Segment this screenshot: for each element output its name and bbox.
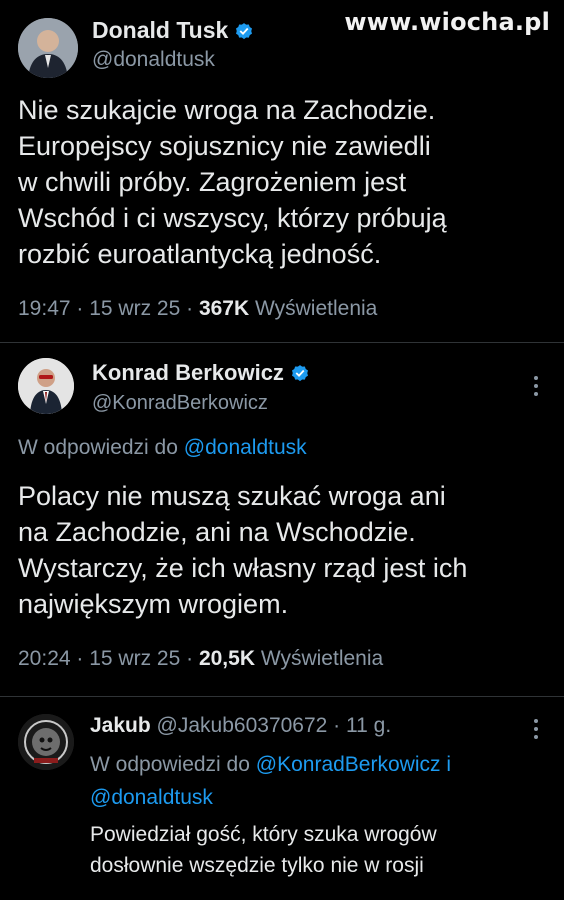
tweet-text: Powiedział gość, który szuka wrogów dosł… (90, 819, 437, 881)
avatar-konrad-berkowicz[interactable] (18, 358, 74, 414)
tweet-text-line: Wschód i ci wszyscy, którzy próbują (18, 203, 447, 233)
verified-badge-icon (290, 363, 310, 389)
tweet-text-line: Europejscy sojusznicy nie zawiedli (18, 131, 431, 161)
reply-prefix: W odpowiedzi do (90, 753, 250, 776)
tweet-text-line: Wystarczy, że ich własny rząd jest ich (18, 553, 468, 583)
author-name-text[interactable]: Donald Tusk (92, 17, 228, 43)
author-handle[interactable]: @donaldtusk (92, 48, 215, 72)
reply-context: W odpowiedzi do @donaldtusk (18, 436, 307, 460)
views-count: 367K (198, 297, 250, 320)
verified-badge-icon (234, 20, 254, 47)
tweet-age[interactable]: 11 g. (346, 714, 391, 737)
more-options-icon[interactable] (533, 719, 539, 743)
tweet-text-line: w chwili próby. Zagrożeniem jest (18, 167, 407, 197)
reply-to-link[interactable]: @donaldtusk (184, 436, 307, 459)
tweet-text: Polacy nie muszą szukać wroga ani na Zac… (18, 478, 546, 622)
tweet-meta: 19:47 · 15 wrz 25 · 367K Wyświetlenia (18, 297, 378, 320)
author-name[interactable]: Jakub (90, 714, 151, 737)
divider (0, 342, 564, 343)
divider (0, 696, 564, 697)
tweet-time[interactable]: 20:24 (18, 647, 71, 670)
watermark: www.wiocha.pl (344, 8, 550, 36)
reply-context: W odpowiedzi do @KonradBerkowicz i @dona… (90, 748, 546, 814)
reply-joiner: i (446, 753, 452, 776)
tweet-date[interactable]: 15 wrz 25 (89, 647, 180, 670)
author-name-text[interactable]: Konrad Berkowicz (92, 360, 284, 385)
tweet-text: Nie szukajcie wroga na Zachodzie. Europe… (18, 92, 546, 272)
tweet-text-line: największym wrogiem. (18, 589, 289, 619)
views-count: 20,5K (198, 647, 255, 670)
tweet-text-line: dosłownie wszędzie tylko nie w rosji (90, 854, 424, 877)
reply-to-link[interactable]: @KonradBerkowicz (256, 753, 441, 776)
views-label[interactable]: Wyświetlenia (255, 297, 377, 320)
reply-to-link[interactable]: @donaldtusk (90, 786, 213, 809)
author-name[interactable]: Donald Tusk (92, 17, 254, 47)
tweet-text-line: rozbić euroatlantycką jedność. (18, 239, 382, 269)
author-handle[interactable]: @Jakub60370672 (157, 714, 328, 737)
tweet-meta: 20:24 · 15 wrz 25 · 20,5K Wyświetlenia (18, 647, 384, 670)
views-label[interactable]: Wyświetlenia (261, 647, 383, 670)
author-name[interactable]: Konrad Berkowicz (92, 360, 310, 389)
tweet-text-line: Polacy nie muszą szukać wroga ani (18, 481, 446, 511)
reply-header: Jakub @Jakub60370672 · 11 g. (90, 714, 392, 737)
avatar-jakub[interactable] (18, 714, 74, 770)
more-options-icon[interactable] (533, 376, 539, 400)
tweet-date[interactable]: 15 wrz 25 (89, 297, 180, 320)
tweet-time[interactable]: 19:47 (18, 297, 71, 320)
tweet-text-line: Powiedział gość, który szuka wrogów (90, 823, 437, 846)
tweet-text-line: na Zachodzie, ani na Wschodzie. (18, 517, 416, 547)
reply-prefix: W odpowiedzi do (18, 436, 178, 459)
author-handle[interactable]: @KonradBerkowicz (92, 392, 268, 415)
avatar-donald-tusk[interactable] (18, 18, 78, 78)
tweet-text-line: Nie szukajcie wroga na Zachodzie. (18, 95, 436, 125)
